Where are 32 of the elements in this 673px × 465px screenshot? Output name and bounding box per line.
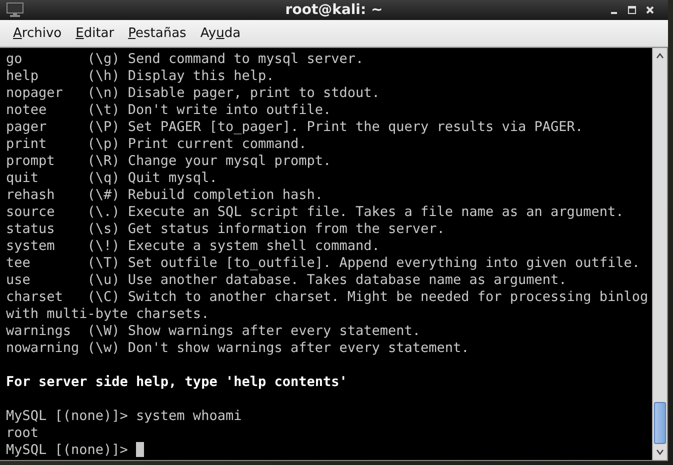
output-line: charset (\C) Switch to another charset. Might be needed for processing binlog bbox=[6, 289, 648, 305]
output-line: nowarning (\w) Don't show warnings after every statement. bbox=[6, 340, 470, 356]
menu-item[interactable]: Pestañas bbox=[121, 24, 194, 42]
menu-item[interactable]: Ayuda bbox=[193, 24, 248, 42]
output-line: print (\p) Print current command. bbox=[6, 136, 307, 152]
monitor-icon bbox=[6, 2, 24, 18]
output-line: rehash (\#) Rebuild completion hash. bbox=[6, 187, 323, 203]
output-line: pager (\P) Set PAGER [to_pager]. Print the query results via PAGER. bbox=[6, 119, 584, 135]
output-line: with multi-byte charsets. bbox=[6, 306, 210, 322]
output-line: status (\s) Get status information from the server. bbox=[6, 221, 445, 237]
close-icon[interactable] bbox=[646, 6, 654, 14]
output-line: help (\h) Display this help. bbox=[6, 68, 274, 84]
output-line: For server side help, type 'help contents' bbox=[6, 374, 348, 390]
prompt-line: MySQL [(none)]> bbox=[6, 442, 129, 458]
menu-item[interactable]: Archivo bbox=[6, 24, 69, 42]
output-line: prompt (\R) Change your mysql prompt. bbox=[6, 153, 332, 169]
scroll-thumb[interactable] bbox=[654, 402, 666, 444]
output-line: tee (\T) Set outfile [to_outfile]. Append everything into given outfile. bbox=[6, 255, 640, 271]
output-line: use (\u) Use another database. Takes database name as argument. bbox=[6, 272, 567, 288]
maximize-icon[interactable] bbox=[628, 6, 636, 14]
output-line: MySQL [(none)]> system whoami bbox=[6, 408, 242, 424]
scroll-bar[interactable] bbox=[652, 48, 667, 460]
output-line: go (\g) Send command to mysql server. bbox=[6, 51, 364, 67]
window-title: root@kali: ~ bbox=[285, 2, 383, 18]
output-line: notee (\t) Don't write into outfile. bbox=[6, 102, 332, 118]
output-line: system (\!) Execute a system shell command. bbox=[6, 238, 380, 254]
output-line: quit (\q) Quit mysql. bbox=[6, 170, 218, 186]
output-line: warnings (\W) Show warnings after every statement. bbox=[6, 323, 421, 339]
output-line: root bbox=[6, 425, 39, 441]
output-line: source (\.) Execute an SQL script file. Takes a file name as an argument. bbox=[6, 204, 624, 220]
menu-item[interactable]: Editar bbox=[68, 24, 122, 42]
output-line: nopager (\n) Disable pager, print to stdout. bbox=[6, 85, 380, 101]
